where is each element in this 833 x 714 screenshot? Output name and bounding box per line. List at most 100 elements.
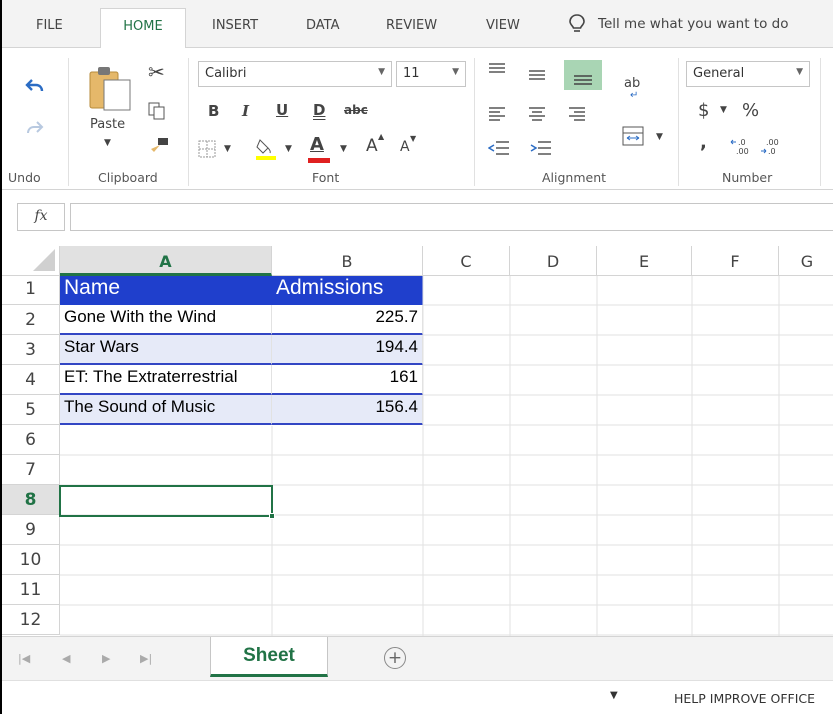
paste-dropdown-icon[interactable]: ▼	[104, 138, 111, 148]
selected-cell-a8[interactable]	[59, 485, 275, 519]
row-header[interactable]: 3	[2, 335, 60, 365]
column-header-c[interactable]: C	[423, 246, 510, 276]
fill-handle[interactable]	[269, 513, 275, 519]
row-header[interactable]: 1	[2, 276, 60, 305]
merge-center-icon[interactable]	[622, 126, 644, 146]
borders-icon[interactable]	[198, 140, 216, 158]
chevron-down-icon[interactable]: ▼	[720, 105, 727, 115]
row-header[interactable]: 2	[2, 305, 60, 335]
font-name-dropdown[interactable]: Calibri ▼	[198, 61, 392, 87]
shrink-font-button[interactable]: A	[400, 139, 410, 155]
next-sheet-icon[interactable]: ▶	[102, 652, 110, 665]
chevron-down-icon[interactable]: ▼	[610, 690, 618, 701]
increase-decimal-icon[interactable]: .0 .00	[730, 136, 752, 156]
tab-view[interactable]: VIEW	[486, 18, 520, 33]
row-header[interactable]: 12	[2, 605, 60, 635]
row-header[interactable]: 10	[2, 545, 60, 575]
align-middle-icon[interactable]	[528, 68, 546, 82]
fx-icon[interactable]: fx	[17, 203, 65, 231]
tab-data[interactable]: DATA	[306, 18, 340, 33]
column-header-e[interactable]: E	[597, 246, 692, 276]
row-header[interactable]: 6	[2, 425, 60, 455]
help-improve-office-link[interactable]: HELP IMPROVE OFFICE	[674, 691, 815, 706]
column-header-d[interactable]: D	[510, 246, 597, 276]
ribbon-tab-bar: FILE HOME INSERT DATA REVIEW VIEW Tell m…	[2, 0, 833, 49]
first-sheet-icon[interactable]: |◀	[18, 652, 30, 665]
font-name-value: Calibri	[205, 66, 247, 81]
align-bottom-button[interactable]	[564, 60, 602, 90]
add-sheet-button[interactable]: +	[384, 647, 406, 669]
align-top-icon[interactable]	[488, 62, 506, 76]
double-underline-button[interactable]: D	[313, 101, 325, 119]
column-header-g[interactable]: G	[779, 246, 833, 276]
chevron-down-icon: ▼	[378, 67, 385, 77]
svg-text:.00: .00	[766, 138, 779, 147]
svg-text:.00: .00	[736, 147, 749, 156]
copy-icon[interactable]	[148, 102, 166, 120]
alignment-group-label: Alignment	[542, 170, 607, 185]
gridlines	[60, 276, 833, 636]
font-size-dropdown[interactable]: 11 ▼	[396, 61, 466, 87]
align-right-icon[interactable]	[568, 106, 586, 122]
ribbon-home: Undo Paste ▼ ✂ Clipboard Calibri ▼ 11 ▼	[2, 48, 833, 190]
group-divider	[474, 58, 475, 186]
wrap-text-button[interactable]: ab	[624, 76, 640, 91]
excel-window: FILE HOME INSERT DATA REVIEW VIEW Tell m…	[0, 0, 833, 714]
select-all-corner[interactable]	[2, 246, 60, 276]
column-header-f[interactable]: F	[692, 246, 779, 276]
tab-insert[interactable]: INSERT	[212, 18, 258, 33]
row-header[interactable]: 9	[2, 515, 60, 545]
grow-font-arrow-icon: ▲	[378, 132, 385, 141]
formula-input[interactable]	[70, 203, 833, 231]
format-painter-icon[interactable]	[148, 136, 170, 156]
chevron-down-icon: ▼	[796, 67, 803, 77]
last-sheet-icon[interactable]: ▶|	[140, 652, 152, 665]
undo-icon[interactable]	[24, 78, 44, 96]
chevron-down-icon[interactable]: ▼	[285, 144, 292, 154]
chevron-down-icon[interactable]: ▼	[340, 144, 347, 154]
paste-label[interactable]: Paste	[90, 117, 125, 132]
currency-button[interactable]: $	[698, 100, 709, 121]
number-format-dropdown[interactable]: General ▼	[686, 61, 810, 87]
italic-button[interactable]: I	[242, 102, 249, 120]
bold-button[interactable]: B	[208, 102, 219, 120]
sheet-tab[interactable]: Sheet	[210, 637, 328, 677]
row-header-selected[interactable]: 8	[2, 485, 60, 515]
group-divider	[820, 58, 821, 186]
formula-bar: fx	[2, 190, 833, 232]
font-color-button[interactable]: A	[310, 134, 324, 155]
row-header[interactable]: 11	[2, 575, 60, 605]
increase-indent-icon[interactable]	[530, 140, 552, 156]
chevron-down-icon[interactable]: ▼	[656, 132, 663, 142]
underline-button[interactable]: U	[276, 101, 288, 119]
prev-sheet-icon[interactable]: ◀	[62, 652, 70, 665]
tab-file[interactable]: FILE	[36, 18, 63, 33]
row-header[interactable]: 5	[2, 395, 60, 425]
group-divider	[678, 58, 679, 186]
group-divider	[188, 58, 189, 186]
fill-color-icon[interactable]	[254, 136, 278, 160]
lightbulb-icon	[569, 14, 585, 32]
row-header[interactable]: 4	[2, 365, 60, 395]
align-center-icon[interactable]	[528, 106, 546, 122]
strikethrough-button[interactable]: abc	[344, 103, 368, 117]
tab-review[interactable]: REVIEW	[386, 18, 437, 33]
row-header[interactable]: 7	[2, 455, 60, 485]
font-group-label: Font	[312, 170, 340, 185]
cut-icon[interactable]: ✂	[148, 60, 165, 84]
decrease-indent-icon[interactable]	[488, 140, 510, 156]
number-format-value: General	[693, 66, 745, 81]
tell-me-search[interactable]: Tell me what you want to do	[598, 16, 788, 32]
column-header-b[interactable]: B	[272, 246, 423, 276]
chevron-down-icon[interactable]: ▼	[224, 144, 231, 154]
tab-home[interactable]: HOME	[100, 8, 186, 49]
decrease-decimal-icon[interactable]: .00 .0	[760, 136, 782, 156]
percent-button[interactable]: %	[742, 100, 759, 121]
chevron-down-icon: ▼	[452, 67, 459, 77]
grow-font-button[interactable]: A	[366, 136, 378, 156]
align-left-icon[interactable]	[488, 106, 506, 122]
redo-icon[interactable]	[26, 120, 44, 136]
column-header-a[interactable]: A	[60, 246, 272, 276]
comma-style-button[interactable]: ,	[700, 132, 707, 153]
paste-icon[interactable]	[88, 64, 134, 114]
